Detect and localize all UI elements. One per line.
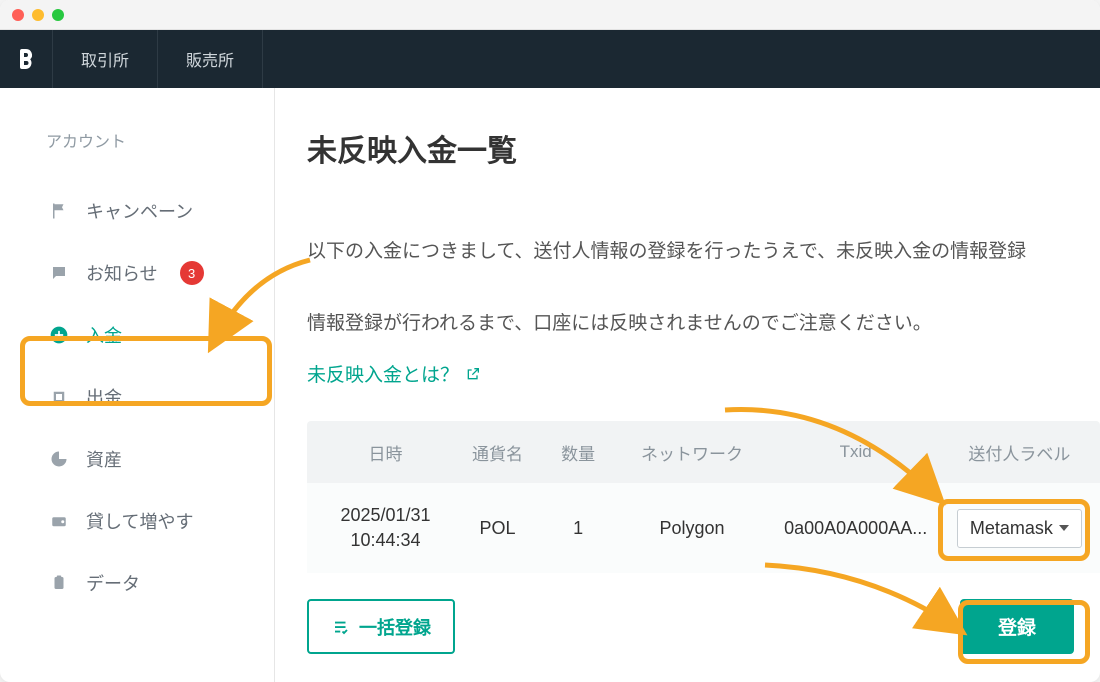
deposit-table: 日時 通貨名 数量 ネットワーク Txid 送付人ラベル 2025/01/31 … <box>307 421 1100 573</box>
sidebar-item-notifications[interactable]: お知らせ 3 <box>0 242 274 304</box>
datetime-date: 2025/01/31 <box>321 503 450 528</box>
sidebar-item-label: データ <box>86 570 140 596</box>
topnav-exchange[interactable]: 取引所 <box>53 30 158 88</box>
minimize-window-icon[interactable] <box>32 9 44 21</box>
sidebar-item-label: 出金 <box>86 384 122 410</box>
col-header-datetime: 日時 <box>307 440 450 465</box>
main-panel: 未反映入金一覧 以下の入金につきまして、送付人情報の登録を行ったうえで、未反映入… <box>275 88 1100 682</box>
col-header-label: 送付人ラベル <box>939 440 1100 465</box>
chevron-down-icon <box>1059 525 1069 531</box>
clipboard-icon <box>48 574 70 592</box>
sender-label-value: Metamask <box>970 518 1053 539</box>
maximize-window-icon[interactable] <box>52 9 64 21</box>
sidebar-item-label: キャンペーン <box>86 198 193 224</box>
datetime-time: 10:44:34 <box>321 528 450 553</box>
wallet-icon <box>48 512 70 530</box>
sidebar-heading: アカウント <box>0 116 274 180</box>
logo-icon <box>14 47 38 71</box>
sidebar-item-data[interactable]: データ <box>0 552 274 614</box>
page-description: 以下の入金につきまして、送付人情報の登録を行ったうえで、未反映入金の情報登録 情… <box>307 198 1100 342</box>
external-link-icon <box>465 366 481 382</box>
page-title: 未反映入金一覧 <box>307 126 1100 170</box>
bulk-register-button[interactable]: 一括登録 <box>307 599 455 654</box>
sidebar-item-campaign[interactable]: キャンペーン <box>0 180 274 242</box>
logo[interactable] <box>0 30 53 88</box>
notification-badge: 3 <box>180 261 204 285</box>
bulk-register-label: 一括登録 <box>359 614 431 640</box>
help-link-label: 未反映入金とは？ <box>307 360 459 387</box>
cell-amount: 1 <box>545 518 611 539</box>
sidebar-item-assets[interactable]: 資産 <box>0 428 274 490</box>
list-check-icon <box>331 618 351 636</box>
titlebar <box>0 0 1100 30</box>
register-label: 登録 <box>998 613 1036 640</box>
plus-circle-icon <box>48 325 70 345</box>
sidebar-item-label: お知らせ <box>86 260 158 286</box>
sidebar-item-label: 資産 <box>86 446 122 472</box>
flag-icon <box>48 202 70 220</box>
export-icon <box>48 388 70 406</box>
sidebar-item-label: 貸して増やす <box>86 508 193 534</box>
pie-icon <box>48 450 70 468</box>
sidebar-item-withdraw[interactable]: 出金 <box>0 366 274 428</box>
message-icon <box>48 264 70 282</box>
cell-label: Metamask <box>939 509 1100 548</box>
content-area: アカウント キャンペーン お知らせ 3 入金 <box>0 88 1100 682</box>
close-window-icon[interactable] <box>12 9 24 21</box>
table-header: 日時 通貨名 数量 ネットワーク Txid 送付人ラベル <box>307 421 1100 483</box>
topnav-sales[interactable]: 販売所 <box>158 30 263 88</box>
cell-network: Polygon <box>611 518 772 539</box>
desc-line: 情報登録が行われるまで、口座には反映されませんのでご注意ください。 <box>307 313 932 334</box>
help-link[interactable]: 未反映入金とは？ <box>307 360 481 387</box>
action-bar: 一括登録 登録 <box>307 599 1100 654</box>
cell-datetime: 2025/01/31 10:44:34 <box>307 503 450 553</box>
sidebar: アカウント キャンペーン お知らせ 3 入金 <box>0 88 275 682</box>
register-button[interactable]: 登録 <box>960 599 1074 654</box>
col-header-amount: 数量 <box>545 440 611 465</box>
cell-currency: POL <box>450 518 545 539</box>
sidebar-item-deposit[interactable]: 入金 <box>0 304 274 366</box>
sidebar-item-label: 入金 <box>86 322 122 348</box>
topnav: 取引所 販売所 <box>0 30 1100 88</box>
col-header-txid: Txid <box>773 442 939 462</box>
app-window: 取引所 販売所 アカウント キャンペーン お知らせ 3 <box>0 0 1100 682</box>
sender-label-select[interactable]: Metamask <box>957 509 1082 548</box>
table-row: 2025/01/31 10:44:34 POL 1 Polygon 0a00A0… <box>307 483 1100 573</box>
sidebar-item-lending[interactable]: 貸して増やす <box>0 490 274 552</box>
col-header-currency: 通貨名 <box>450 440 545 465</box>
cell-txid: 0a00A0A000AA... <box>773 518 939 539</box>
col-header-network: ネットワーク <box>611 440 772 465</box>
desc-line: 以下の入金につきまして、送付人情報の登録を行ったうえで、未反映入金の情報登録 <box>307 241 1026 262</box>
